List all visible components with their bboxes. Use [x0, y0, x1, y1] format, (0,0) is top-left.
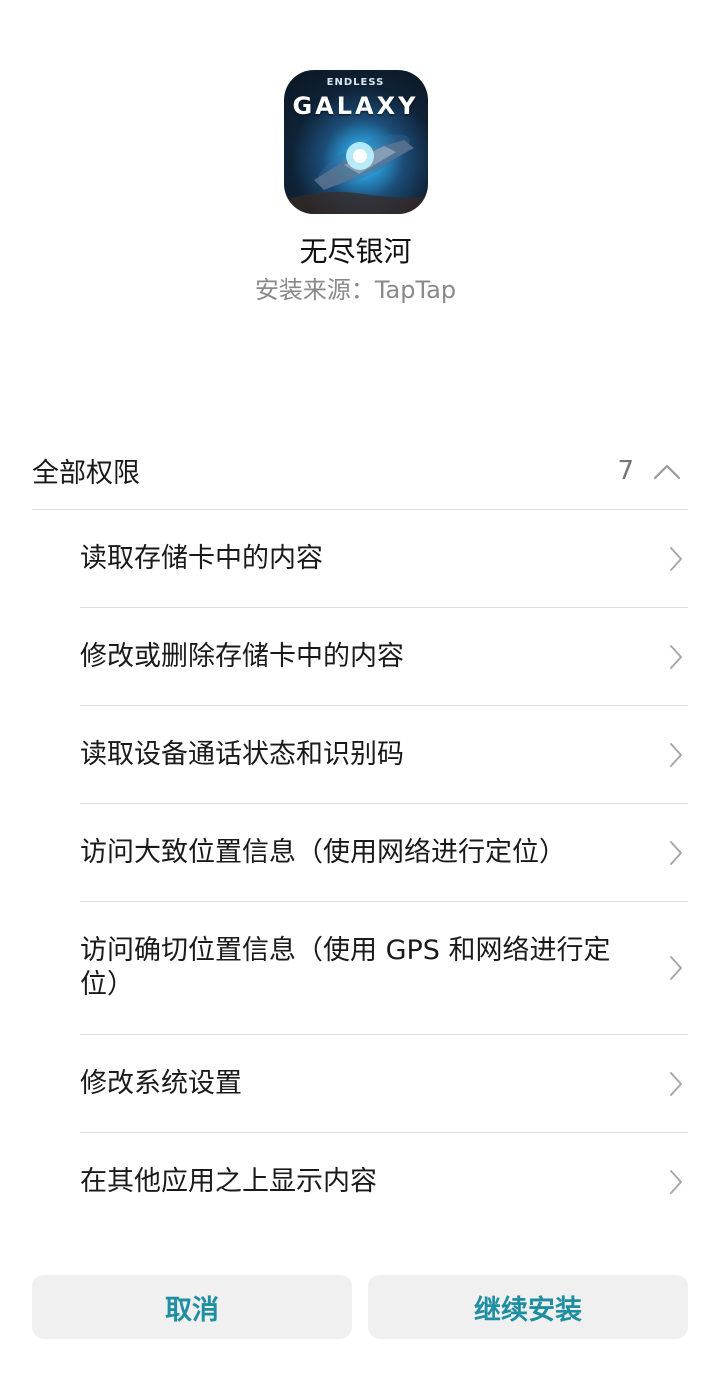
permission-label: 访问确切位置信息（使用 GPS 和网络进行定位）: [80, 935, 611, 1000]
chevron-right-icon: [670, 1071, 682, 1096]
permission-label: 在其他应用之上显示内容: [80, 1166, 377, 1197]
chevron-right-icon: [670, 840, 682, 865]
permission-list: 读取存储卡中的内容 修改或删除存储卡中的内容 读取设备通话状态和识别码 访问大致…: [80, 510, 688, 1231]
permission-item-read-storage[interactable]: 读取存储卡中的内容: [80, 510, 688, 608]
permission-item-fine-location[interactable]: 访问确切位置信息（使用 GPS 和网络进行定位）: [80, 902, 688, 1035]
permission-label: 读取存储卡中的内容: [80, 542, 323, 574]
app-icon-subtitle: ENDLESS: [326, 77, 385, 88]
permissions-title: 全部权限: [32, 458, 140, 489]
install-screen: ENDLESS GALAXY 无尽银河 安装来源：TapTap 全部权限 7 读…: [0, 0, 711, 1396]
cancel-button[interactable]: 取消: [32, 1275, 352, 1339]
chevron-right-icon: [670, 956, 682, 980]
app-header: ENDLESS GALAXY 无尽银河 安装来源：TapTap: [0, 70, 711, 306]
chevron-right-icon: [670, 644, 682, 669]
chevron-right-icon: [670, 546, 682, 571]
all-permissions-toggle[interactable]: 全部权限 7: [32, 432, 688, 510]
chevron-up-icon[interactable]: [652, 461, 682, 481]
install-source: 安装来源：TapTap: [254, 276, 457, 304]
permission-item-coarse-location[interactable]: 访问大致位置信息（使用网络进行定位）: [80, 804, 688, 902]
permission-item-overlay[interactable]: 在其他应用之上显示内容: [80, 1133, 688, 1231]
permission-item-phone-state[interactable]: 读取设备通话状态和识别码: [80, 706, 688, 804]
permission-item-system-settings[interactable]: 修改系统设置: [80, 1035, 688, 1133]
permission-label: 修改或删除存储卡中的内容: [80, 640, 404, 672]
continue-install-button[interactable]: 继续安装: [368, 1275, 688, 1339]
permission-label: 修改系统设置: [80, 1067, 242, 1099]
permissions-count: 7: [617, 455, 634, 486]
permissions-summary: 7: [617, 456, 688, 486]
permission-label: 访问大致位置信息（使用网络进行定位）: [80, 836, 566, 868]
app-name: 无尽银河: [299, 235, 412, 268]
app-icon-title: GALAXY: [292, 92, 419, 120]
permission-label: 读取设备通话状态和识别码: [80, 738, 404, 770]
app-icon: ENDLESS GALAXY: [283, 70, 428, 214]
chevron-right-icon: [670, 1170, 682, 1194]
permission-item-modify-storage[interactable]: 修改或删除存储卡中的内容: [80, 608, 688, 706]
chevron-right-icon: [670, 742, 682, 767]
